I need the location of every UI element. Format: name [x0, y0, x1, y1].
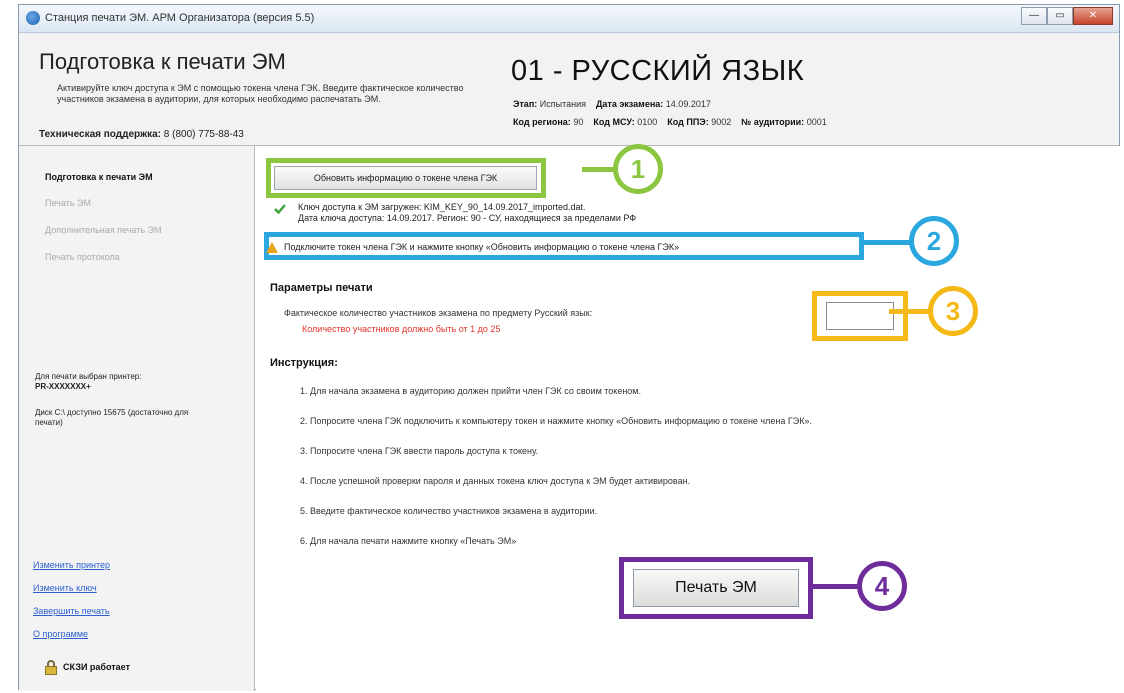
instruction-item: 3. Попросите члена ГЭК ввести пароль дос… — [300, 446, 539, 456]
exam-subject: 01 - РУССКИЙ ЯЗЫК — [511, 55, 805, 87]
change-key-link[interactable]: Изменить ключ — [33, 583, 97, 593]
exam-codes-line: Код региона: 90 Код МСУ: 0100 Код ППЭ: 9… — [513, 117, 827, 127]
app-icon — [26, 11, 40, 25]
page-description: Активируйте ключ доступа к ЭМ с помощью … — [57, 83, 464, 104]
printer-label: Для печати выбран принтер: — [35, 372, 142, 381]
support-info: Техническая поддержка: 8 (800) 775-88-43 — [39, 129, 244, 140]
sidebar: Подготовка к печати ЭМ Печать ЭМ Дополни… — [19, 146, 255, 691]
sidebar-item-print[interactable]: Печать ЭМ — [45, 198, 91, 208]
print-em-button[interactable]: Печать ЭМ — [633, 569, 799, 607]
exam-stage-line: Этап: Испытания Дата экзамена: 14.09.201… — [513, 99, 711, 109]
key-details-text: Дата ключа доступа: 14.09.2017. Регион: … — [298, 213, 637, 223]
params-title: Параметры печати — [270, 282, 373, 294]
callout-4-connector — [812, 584, 858, 589]
change-printer-link[interactable]: Изменить принтер — [33, 560, 110, 570]
ppe-label: Код ППЭ: — [667, 117, 709, 127]
instructions-title: Инструкция: — [270, 357, 338, 369]
minimize-button[interactable]: — — [1021, 7, 1047, 25]
support-label: Техническая поддержка: — [39, 129, 162, 140]
warning-text: Подключите токен члена ГЭК и нажмите кно… — [284, 242, 680, 252]
callout-2: 2 — [909, 216, 959, 266]
auditorium-value: 0001 — [806, 117, 827, 127]
maximize-button[interactable]: ▭ — [1047, 7, 1073, 25]
region-label: Код региона: — [513, 117, 571, 127]
key-status: Ключ доступа к ЭМ загружен: KIM_KEY_90_1… — [274, 202, 637, 224]
auditorium-label: № аудитории: — [741, 117, 805, 127]
warning-icon — [266, 242, 278, 253]
ppe-value: 9002 — [711, 117, 732, 127]
sidebar-item-extra-print[interactable]: Дополнительная печать ЭМ — [45, 225, 162, 235]
sidebar-item-print-protocol[interactable]: Печать протокола — [45, 252, 120, 262]
sidebar-item-prepare[interactable]: Подготовка к печати ЭМ — [45, 172, 153, 182]
disk-info: Диск C:\ доступно 15675 (достаточно для … — [35, 408, 189, 427]
printer-name: PR-XXXXXXX+ — [35, 382, 91, 391]
callout-1-connector — [582, 167, 614, 172]
callout-2-connector — [864, 240, 910, 245]
stage-label: Этап: — [513, 99, 538, 109]
close-button[interactable]: ✕ — [1073, 7, 1113, 25]
app-window: Станция печати ЭМ. АРМ Организатора (вер… — [18, 4, 1121, 691]
skzm-status-text: СКЗИ работает — [63, 662, 130, 672]
callout-4: 4 — [857, 561, 907, 611]
lock-icon — [45, 660, 57, 675]
page-title: Подготовка к печати ЭМ — [39, 49, 286, 74]
instruction-item: 6. Для начала печати нажмите кнопку «Печ… — [300, 536, 517, 546]
check-icon — [274, 204, 286, 215]
msu-label: Код МСУ: — [593, 117, 635, 127]
main-panel: Обновить информацию о токене члена ГЭК К… — [256, 146, 1121, 691]
instruction-item: 1. Для начала экзамена в аудиторию долже… — [300, 386, 641, 396]
callout-3: 3 — [928, 286, 978, 336]
instruction-item: 4. После успешной проверки пароля и данн… — [300, 476, 691, 486]
support-phone: 8 (800) 775-88-43 — [163, 129, 244, 140]
title-bar: Станция печати ЭМ. АРМ Организатора (вер… — [19, 5, 1119, 33]
participants-label: Фактическое количество участников экзаме… — [284, 308, 593, 318]
key-loaded-text: Ключ доступа к ЭМ загружен: KIM_KEY_90_1… — [298, 202, 586, 212]
participants-error: Количество участников должно быть от 1 д… — [302, 324, 501, 334]
window-title: Станция печати ЭМ. АРМ Организатора (вер… — [45, 12, 315, 24]
callout-1: 1 — [613, 144, 663, 194]
refresh-token-button[interactable]: Обновить информацию о токене члена ГЭК — [274, 166, 537, 190]
printer-info: Для печати выбран принтер: PR-XXXXXXX+ — [35, 372, 141, 392]
window-controls: — ▭ ✕ — [1021, 7, 1113, 25]
page-header: Подготовка к печати ЭМ Активируйте ключ … — [19, 33, 1119, 146]
exam-date-value: 14.09.2017 — [665, 99, 711, 109]
about-link[interactable]: О программе — [33, 629, 88, 639]
msu-value: 0100 — [637, 117, 658, 127]
participants-count-input[interactable] — [826, 302, 894, 330]
exam-date-label: Дата экзамена: — [596, 99, 664, 109]
callout-3-connector — [889, 309, 929, 314]
instruction-item: 2. Попросите члена ГЭК подключить к комп… — [300, 416, 812, 426]
stage-value: Испытания — [539, 99, 586, 109]
finish-print-link[interactable]: Завершить печать — [33, 606, 110, 616]
instruction-item: 5. Введите фактическое количество участн… — [300, 506, 598, 516]
region-value: 90 — [573, 117, 584, 127]
